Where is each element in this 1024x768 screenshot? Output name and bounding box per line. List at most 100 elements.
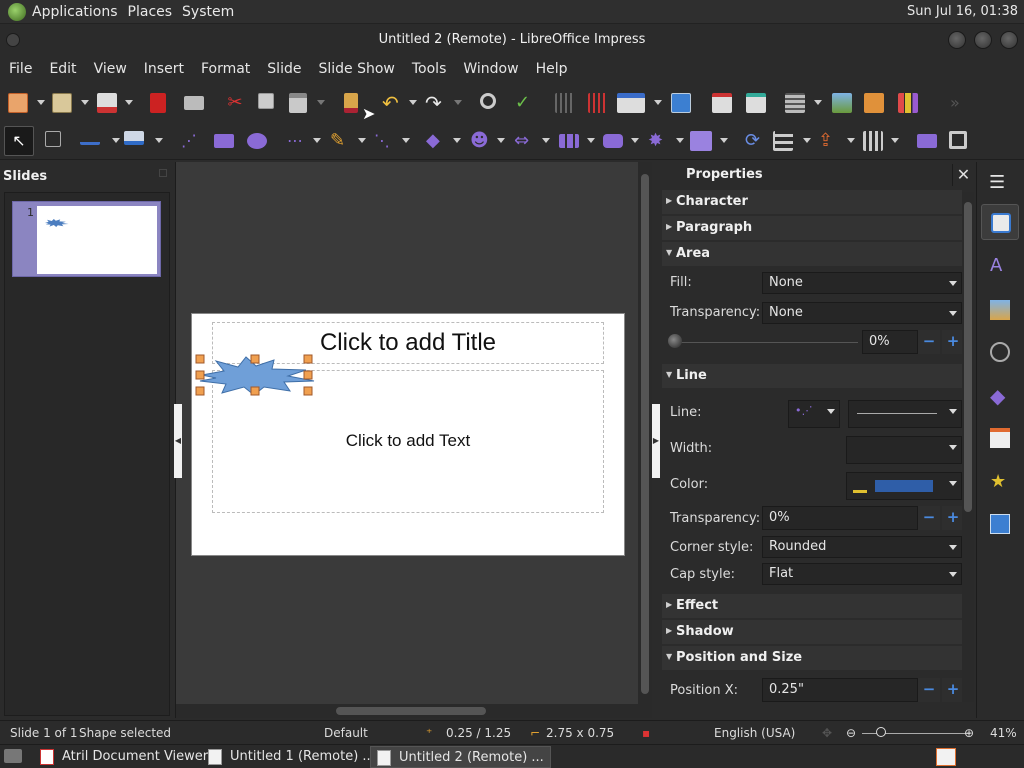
flowchart-icon[interactable]: [559, 134, 579, 148]
align-objects-icon[interactable]: [773, 131, 793, 151]
find-replace-icon[interactable]: [480, 93, 496, 109]
print-icon[interactable]: [184, 96, 204, 110]
open-dropdown-caret[interactable]: [81, 100, 89, 105]
menu-window[interactable]: Window: [454, 61, 526, 77]
starburst-shape[interactable]: [195, 354, 316, 397]
decrease-button[interactable]: −: [918, 678, 940, 702]
tray-impress-icon[interactable]: [936, 748, 956, 766]
area-transparency-dropdown[interactable]: None: [762, 302, 962, 324]
cut-icon[interactable]: ✂: [225, 93, 245, 113]
panel-clock[interactable]: Sun Jul 16, 01:38: [907, 4, 1018, 19]
menu-slide-show[interactable]: Slide Show: [309, 61, 402, 77]
resize-handle[interactable]: [195, 386, 205, 396]
panel-menu-applications[interactable]: Applications: [32, 4, 128, 20]
resize-handle[interactable]: [195, 354, 205, 364]
menu-help[interactable]: Help: [527, 61, 576, 77]
sidebar-menu-icon[interactable]: ☰: [989, 172, 1005, 193]
task-untitled-2[interactable]: Untitled 2 (Remote) ...: [370, 746, 551, 768]
edit-vertical-scrollbar[interactable]: [638, 162, 652, 718]
undo-dropdown-caret[interactable]: [409, 100, 417, 105]
cap-style-dropdown[interactable]: Flat: [762, 563, 962, 585]
section-position-size[interactable]: ▼ Position and Size: [662, 646, 962, 670]
menu-tools[interactable]: Tools: [403, 61, 455, 77]
properties-close-button[interactable]: ✕: [952, 164, 974, 186]
properties-scrollbar[interactable]: [962, 192, 974, 702]
resize-handle[interactable]: [303, 386, 313, 396]
copy-icon[interactable]: [258, 93, 274, 109]
master-slide-name[interactable]: Default: [324, 726, 368, 740]
shadow-toggle-icon[interactable]: [917, 134, 937, 148]
line-tool-icon[interactable]: ⋰: [181, 131, 201, 151]
stars-dropdown-caret[interactable]: [676, 138, 684, 143]
zoom-out-icon[interactable]: ⊖: [846, 726, 856, 740]
export-pdf-icon[interactable]: [150, 93, 166, 113]
new-dropdown-caret[interactable]: [37, 100, 45, 105]
minimize-button[interactable]: [948, 31, 966, 49]
select-tool-button[interactable]: ↖: [4, 126, 34, 156]
fill-color-dropdown-caret[interactable]: [155, 138, 163, 143]
symbol-shapes-icon[interactable]: ☻: [470, 131, 490, 151]
line-style-dropdown[interactable]: [848, 400, 962, 428]
menu-edit[interactable]: Edit: [40, 61, 84, 77]
menu-slide[interactable]: Slide: [258, 61, 309, 77]
arrange-dropdown-caret[interactable]: [847, 138, 855, 143]
resize-handle[interactable]: [250, 386, 260, 396]
fill-dropdown[interactable]: None: [762, 272, 962, 294]
lines-arrows-dropdown-caret[interactable]: [313, 138, 321, 143]
slide-canvas[interactable]: Click to add Title Click to add Text: [191, 313, 625, 556]
start-first-slide-icon[interactable]: [712, 93, 732, 113]
maximize-button[interactable]: [974, 31, 992, 49]
display-views-icon[interactable]: [617, 93, 645, 113]
decrease-button[interactable]: −: [918, 506, 940, 530]
insert-image-icon[interactable]: [832, 93, 852, 113]
zoom-pan-icon[interactable]: [45, 131, 61, 147]
slide-transition-deck-button[interactable]: [981, 420, 1019, 456]
slides-pane-close-icon[interactable]: [159, 169, 167, 177]
3d-objects-dropdown-caret[interactable]: [720, 138, 728, 143]
language-status[interactable]: English (USA): [714, 726, 795, 740]
insert-table-icon[interactable]: [785, 93, 805, 113]
section-character[interactable]: ▶ Character: [662, 190, 962, 214]
block-arrows-icon[interactable]: ⇔: [514, 131, 534, 151]
show-desktop-icon[interactable]: [4, 749, 22, 763]
distribute-dropdown-caret[interactable]: [891, 138, 899, 143]
crop-icon[interactable]: [949, 131, 967, 149]
area-transparency-spin[interactable]: 0%: [862, 330, 918, 354]
line-color-icon[interactable]: [80, 131, 100, 145]
task-untitled-1[interactable]: Untitled 1 (Remote) ...: [202, 746, 381, 768]
slide-thumbnail-1[interactable]: 1: [12, 201, 161, 277]
resize-handle[interactable]: [195, 370, 205, 380]
connector-dropdown-caret[interactable]: [402, 138, 410, 143]
resize-handle[interactable]: [303, 354, 313, 364]
start-current-slide-icon[interactable]: [746, 93, 766, 113]
zoom-in-icon[interactable]: ⊕: [964, 726, 974, 740]
open-folder-icon[interactable]: [52, 93, 72, 113]
slides-list[interactable]: 1: [4, 192, 170, 716]
grid-icon[interactable]: [555, 93, 575, 113]
menu-insert[interactable]: Insert: [135, 61, 192, 77]
zoom-level[interactable]: 41%: [990, 726, 1017, 740]
curve-tool-icon[interactable]: ✎: [330, 131, 350, 151]
increase-button[interactable]: +: [942, 506, 964, 530]
section-paragraph[interactable]: ▶ Paragraph: [662, 216, 962, 240]
task-atril[interactable]: Atril Document Viewer: [34, 746, 214, 768]
spelling-icon[interactable]: ✓: [515, 93, 535, 113]
transparency-slider-knob[interactable]: [668, 334, 682, 348]
navigator-deck-button[interactable]: [981, 334, 1019, 370]
align-dropdown-caret[interactable]: [803, 138, 811, 143]
block-arrows-dropdown-caret[interactable]: [542, 138, 550, 143]
menu-format[interactable]: Format: [192, 61, 258, 77]
transparency-slider-track[interactable]: [674, 342, 858, 343]
table-dropdown-caret[interactable]: [814, 100, 822, 105]
line-arrow-style-dropdown[interactable]: •⋰: [788, 400, 840, 428]
line-color-dropdown[interactable]: [846, 472, 962, 500]
save-icon[interactable]: [97, 93, 117, 113]
properties-deck-button[interactable]: [981, 204, 1019, 240]
menu-file[interactable]: File: [0, 61, 40, 77]
ellipse-tool-icon[interactable]: [247, 133, 267, 149]
menu-view[interactable]: View: [85, 61, 135, 77]
panel-menu-system[interactable]: System: [182, 4, 244, 20]
position-x-spin[interactable]: 0.25": [762, 678, 918, 702]
section-area[interactable]: ▼ Area: [662, 242, 962, 266]
display-views-dropdown-caret[interactable]: [654, 100, 662, 105]
